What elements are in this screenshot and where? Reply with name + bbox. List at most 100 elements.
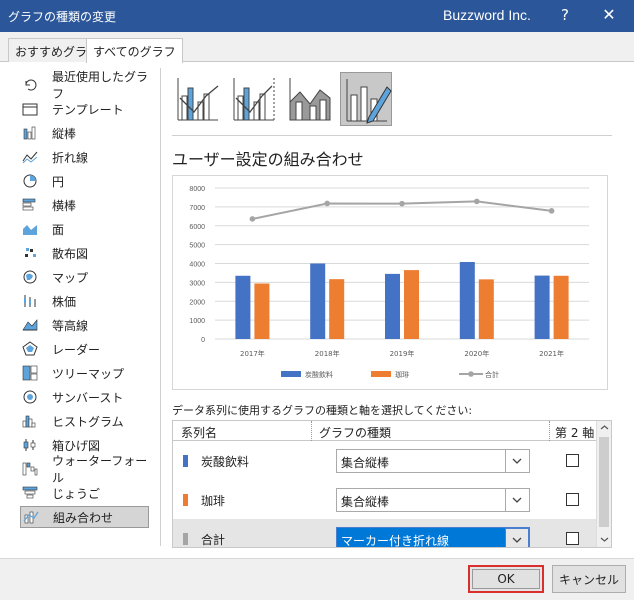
bar-炭酸飲料: [310, 263, 326, 339]
sidebar-item-combo-chart[interactable]: 組み合わせ: [20, 506, 149, 528]
sidebar-item-area-chart[interactable]: 面: [20, 218, 148, 240]
sidebar-item-stock-chart[interactable]: 株価: [20, 290, 148, 312]
chart-svg: 0 1000 2000 3000 4000 5000 6000 7000 8000 2017年 20…: [189, 186, 589, 379]
sidebar-item-radar-chart[interactable]: レーダー: [20, 338, 148, 360]
sidebar-item-funnel-chart[interactable]: じょうご: [20, 482, 148, 504]
sidebar-item-map-chart[interactable]: マップ: [20, 266, 148, 288]
legend-label: 炭酸飲料: [305, 370, 333, 379]
tab-strip: おすすめグラフ すべてのグラフ: [0, 32, 634, 63]
y-tick-label: 3000: [189, 280, 205, 287]
chart-type-dropdown[interactable]: 集合縦棒: [336, 449, 530, 473]
secondary-axis-checkbox[interactable]: [566, 454, 579, 467]
y-tick-label: 5000: [189, 243, 205, 250]
x-tick-label: 2020年: [464, 349, 489, 358]
legend-swatch: [371, 371, 391, 377]
close-button[interactable]: ✕: [598, 5, 620, 24]
cancel-button[interactable]: キャンセル: [552, 565, 626, 593]
ok-button[interactable]: OK: [468, 565, 544, 593]
series-color-swatch: [183, 455, 188, 467]
y-tick-label: 7000: [189, 205, 205, 212]
chart-preview: 0 1000 2000 3000 4000 5000 6000 7000 8000 2017年 20…: [172, 175, 608, 390]
sidebar-item-label: 組み合わせ: [53, 510, 114, 525]
sidebar-item-label: 等高線: [52, 318, 89, 333]
bar-珈琲: [404, 270, 419, 339]
sidebar-item-label: テンプレート: [52, 102, 124, 117]
scrollbar-thumb[interactable]: [599, 437, 609, 527]
x-tick-label: 2018年: [315, 349, 340, 358]
sunburst-chart-icon: [22, 389, 38, 405]
gallery-divider: [172, 135, 612, 136]
sidebar-item-label: 縦棒: [52, 126, 77, 141]
chevron-down-icon[interactable]: [505, 528, 529, 547]
x-tick-label: 2021年: [539, 349, 564, 358]
chevron-down-icon[interactable]: [505, 489, 529, 511]
column-separator: [549, 421, 550, 441]
series-color-swatch: [183, 494, 188, 506]
column-chart-icon: [22, 125, 38, 141]
help-button[interactable]: ?: [555, 6, 575, 24]
line-marker: [548, 208, 555, 214]
scatter-chart-icon: [22, 245, 38, 261]
y-tick-label: 8000: [189, 186, 205, 193]
recent-icon: [22, 77, 38, 93]
sidebar-item-bar-chart[interactable]: 横棒: [20, 194, 148, 216]
sidebar-item-sunburst-chart[interactable]: サンバースト: [20, 386, 148, 408]
series-name: 炭酸飲料: [201, 455, 250, 469]
chart-type-value: 集合縦棒: [341, 456, 390, 470]
sidebar-item-scatter-chart[interactable]: 散布図: [20, 242, 148, 264]
sidebar-item-label: 横棒: [52, 198, 77, 213]
series-name: 珈琲: [201, 494, 226, 508]
radar-chart-icon: [22, 341, 38, 357]
legend-marker: [468, 371, 474, 377]
sidebar-item-column-chart[interactable]: 縦棒: [20, 122, 148, 144]
sidebar-item-pie-chart[interactable]: 円: [20, 170, 148, 192]
sidebar-item-folder[interactable]: テンプレート: [20, 98, 148, 120]
chevron-down-icon[interactable]: [505, 450, 529, 472]
sidebar-item-label: ヒストグラム: [52, 414, 124, 429]
sidebar-item-waterfall-chart[interactable]: ウォーターフォール: [20, 454, 148, 485]
clustered-column-line-secondary-icon[interactable]: [228, 72, 280, 126]
ok-button-label: OK: [472, 569, 540, 589]
clustered-column-line-icon[interactable]: [172, 72, 224, 126]
legend-label: 合計: [485, 370, 499, 379]
combo-chart-icon: [23, 509, 39, 525]
sidebar-item-histogram-chart[interactable]: ヒストグラム: [20, 410, 148, 432]
bar-珈琲: [553, 275, 569, 339]
y-tick-label: 2000: [189, 299, 205, 306]
bar-珈琲: [254, 283, 270, 339]
series-row[interactable]: 炭酸飲料 集合縦棒: [173, 441, 597, 479]
legend-label: 珈琲: [395, 370, 409, 379]
chart-type-value: マーカー付き折れ線: [341, 534, 450, 548]
chart-type-dropdown[interactable]: 集合縦棒: [336, 488, 530, 512]
header-series-name: 系列名: [181, 426, 218, 440]
pie-chart-icon: [22, 173, 38, 189]
sidebar-item-recent[interactable]: 最近使用したグラフ: [20, 70, 148, 101]
chart-type-dropdown[interactable]: マーカー付き折れ線: [336, 527, 530, 548]
x-tick-label: 2017年: [240, 349, 265, 358]
sidebar-item-line-chart[interactable]: 折れ線: [20, 146, 148, 168]
sidebar-item-surface-chart[interactable]: 等高線: [20, 314, 148, 336]
series-row[interactable]: 珈琲 集合縦棒: [173, 480, 597, 518]
bar-炭酸飲料: [534, 275, 550, 339]
stacked-area-column-icon[interactable]: [284, 72, 336, 126]
sidebar-item-label: 折れ線: [52, 150, 89, 165]
secondary-axis-checkbox[interactable]: [566, 532, 579, 545]
line-marker: [324, 200, 330, 207]
sidebar-item-treemap-chart[interactable]: ツリーマップ: [20, 362, 148, 384]
secondary-axis-checkbox[interactable]: [566, 493, 579, 506]
series-color-swatch: [183, 533, 188, 545]
dialog-footer: OK キャンセル: [0, 558, 634, 600]
line-chart-icon: [22, 149, 38, 165]
sidebar-item-label: レーダー: [52, 342, 101, 357]
header-secondary-axis: 第 2 軸: [555, 426, 595, 440]
brand-label: Buzzword Inc.: [443, 7, 531, 23]
folder-icon: [22, 101, 38, 117]
funnel-chart-icon: [22, 485, 38, 501]
column-separator: [311, 421, 312, 441]
tab-all-charts[interactable]: すべてのグラフ: [86, 38, 183, 63]
series-row[interactable]: 合計 マーカー付き折れ線: [173, 519, 597, 548]
bar-珈琲: [329, 279, 345, 339]
sidebar-item-label: 散布図: [52, 246, 89, 261]
custom-combo-icon[interactable]: [340, 72, 392, 126]
series-scrollbar[interactable]: [596, 421, 611, 547]
